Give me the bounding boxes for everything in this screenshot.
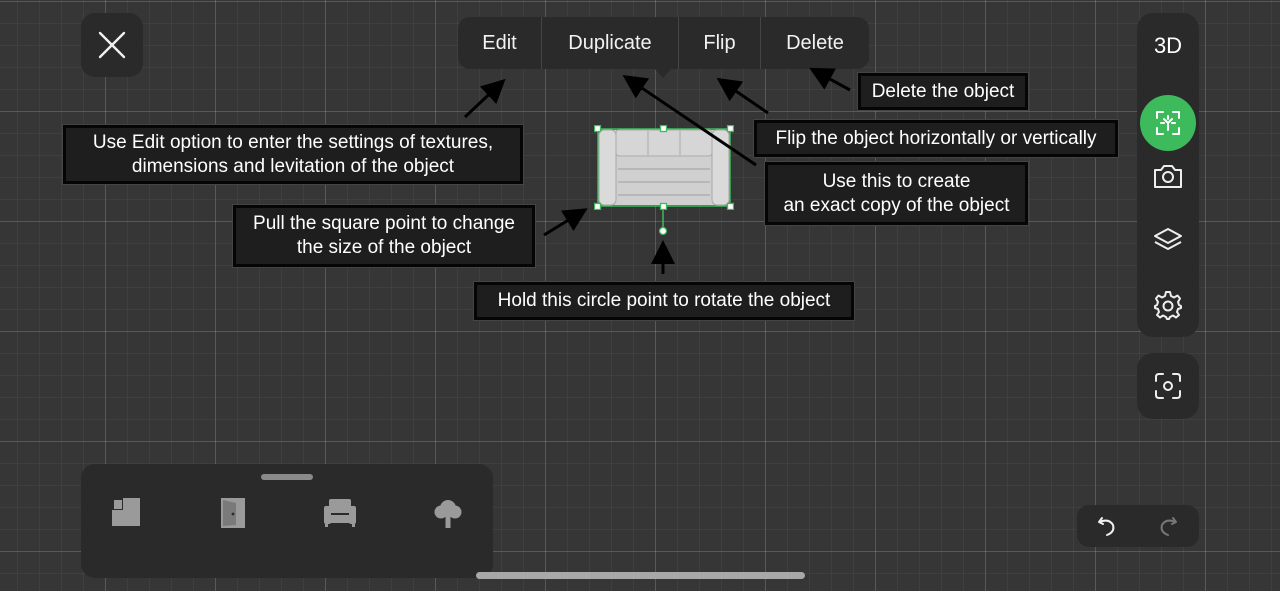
duplicate-callout: Use this to create an exact copy of the o… [765,162,1028,225]
undo-icon[interactable] [1096,515,1118,537]
armchair-icon[interactable] [323,497,357,527]
select-tool-icon [1156,111,1180,135]
layers-icon[interactable] [1152,225,1184,255]
tree-icon[interactable] [433,497,463,529]
right-toolbar: 3D [1137,13,1199,337]
screenshot-icon [1155,373,1181,399]
rotate-callout: Hold this circle point to rotate the obj… [474,282,854,320]
3d-view-toggle[interactable]: 3D [1137,33,1199,59]
edit-callout: Use Edit option to enter the settings of… [63,125,523,184]
door-icon[interactable] [220,497,246,529]
delete-callout: Delete the object [858,73,1028,110]
rooms-icon[interactable] [111,497,141,527]
panel-drag-handle[interactable] [261,474,313,480]
object-categories-panel [81,464,493,578]
camera-icon[interactable] [1152,161,1184,191]
home-indicator [476,572,805,579]
history-controls [1077,505,1199,547]
resize-callout: Pull the square point to change the size … [233,205,535,267]
redo-icon[interactable] [1157,515,1179,537]
settings-gear-icon[interactable] [1152,289,1184,321]
snapshot-button[interactable] [1137,353,1199,419]
select-tool-button[interactable] [1140,95,1196,151]
flip-callout: Flip the object horizontally or vertical… [754,120,1118,157]
